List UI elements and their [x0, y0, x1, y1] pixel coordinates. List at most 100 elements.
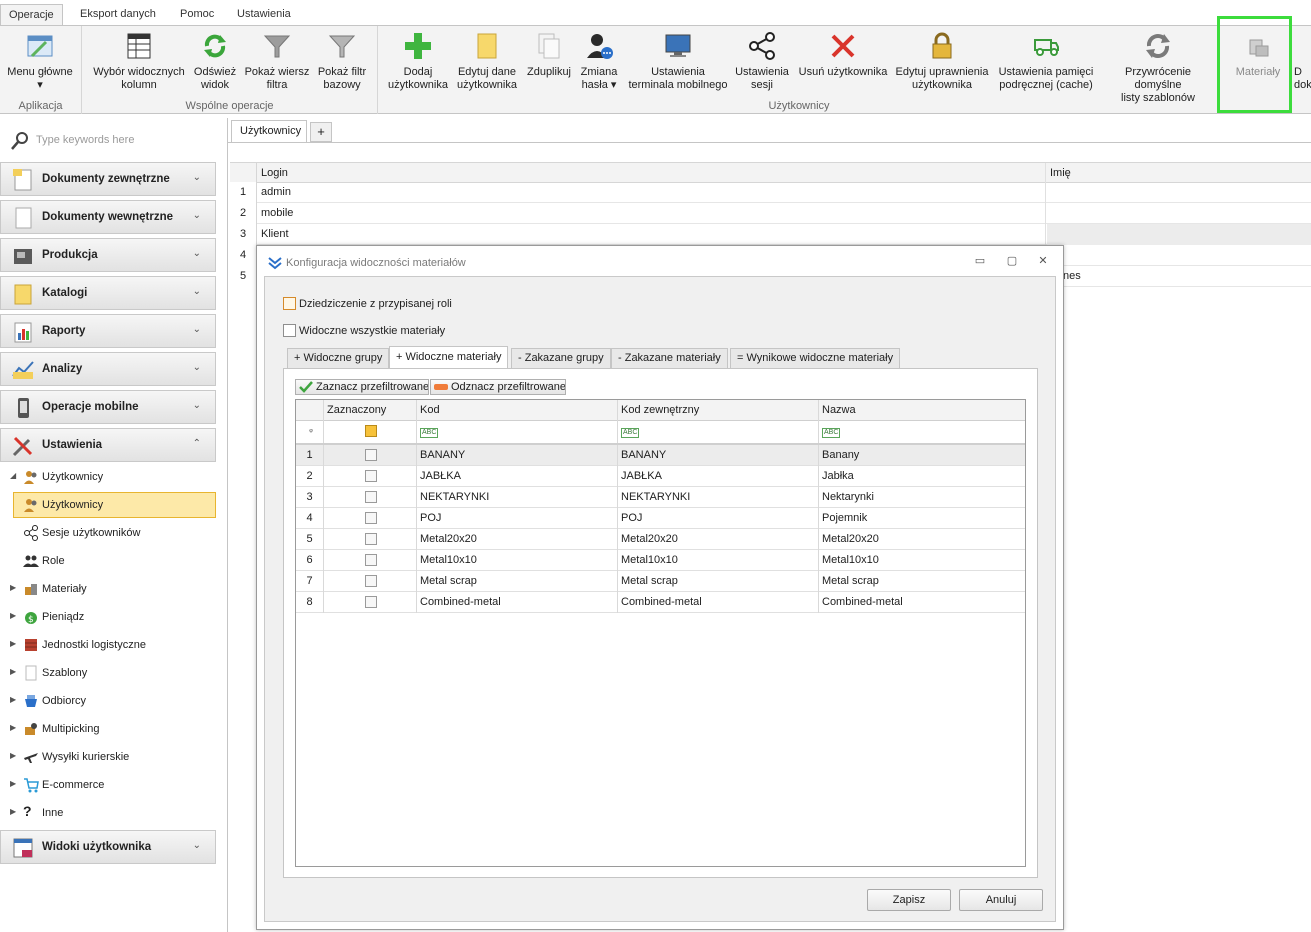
tab-uzytkownicy[interactable]: Użytkownicy [231, 120, 307, 142]
cell-kod: Metal10x10 [417, 550, 618, 571]
highlight-frame [1217, 16, 1292, 113]
mobile-terminal-settings-button[interactable]: Ustawienia terminala mobilnego [628, 30, 728, 98]
table-row[interactable]: 2 mobile [230, 203, 1311, 224]
row-checkbox[interactable] [365, 470, 377, 482]
row-checkbox[interactable] [365, 533, 377, 545]
tree-item-ecommerce[interactable]: ▶ E-commerce [0, 774, 228, 796]
table-row[interactable]: 2 JABŁKA JABŁKA Jabłka [296, 466, 1025, 487]
tab-visible-materials[interactable]: + Widoczne materiały [389, 346, 509, 369]
filter-nazwa-input[interactable]: ABC [819, 421, 1025, 443]
nav-dokumenty-zewnetrzne[interactable]: Dokumenty zewnętrzne ⌄ [0, 162, 216, 196]
close-button[interactable]: ✕ [1035, 254, 1051, 268]
cell-zaznaczony[interactable] [324, 550, 417, 571]
tree-item-odbiorcy[interactable]: ▶ Odbiorcy [0, 690, 228, 712]
minimize-button[interactable]: ▭ [972, 254, 988, 268]
search-box[interactable]: Type keywords here [8, 130, 218, 150]
tree-item-multipicking[interactable]: ▶ Multipicking [0, 718, 228, 740]
cell-zaznaczony[interactable] [324, 529, 417, 550]
nav-dokumenty-wewnetrzne[interactable]: Dokumenty wewnętrzne ⌄ [0, 200, 216, 234]
row-checkbox[interactable] [365, 596, 377, 608]
nav-analizy[interactable]: Analizy ⌄ [0, 352, 216, 386]
edit-permissions-button[interactable]: Edytuj uprawnienia użytkownika [894, 30, 990, 98]
checkbox[interactable] [283, 324, 296, 337]
tab-forbidden-materials[interactable]: - Zakazane materiały [611, 348, 728, 369]
tab-ustawienia[interactable]: Ustawienia [229, 4, 299, 26]
cell-zaznaczony[interactable] [324, 571, 417, 592]
cell-zaznaczony[interactable] [324, 487, 417, 508]
tab-forbidden-groups[interactable]: - Zakazane grupy [511, 348, 611, 369]
documents-button-partial[interactable]: D dok [1294, 30, 1311, 98]
duplicate-button[interactable]: Zduplikuj [524, 30, 574, 98]
restore-button[interactable]: ▢ [1004, 254, 1020, 268]
save-button[interactable]: Zapisz [867, 889, 951, 911]
tab-operacje[interactable]: Operacje [0, 4, 63, 26]
column-header-login[interactable]: Login [258, 163, 1046, 184]
nav-produkcja[interactable]: Produkcja ⌄ [0, 238, 216, 272]
tree-item-uzytkownicy[interactable]: Użytkownicy [13, 492, 216, 518]
add-tab-button[interactable]: + [310, 122, 332, 142]
session-settings-button[interactable]: Ustawienia sesji [732, 30, 792, 98]
tree-group-uzytkownicy[interactable]: ◢ Użytkownicy [0, 466, 228, 488]
filter-kod-zewnetrzny-input[interactable]: ABC [618, 421, 819, 443]
cancel-button[interactable]: Anuluj [959, 889, 1043, 911]
menu-glowne-button[interactable]: Menu główne ▾ [4, 30, 76, 98]
table-row[interactable]: 5 Metal20x20 Metal20x20 Metal20x20 [296, 529, 1025, 550]
table-row[interactable]: 1 BANANY BANANY Banany [296, 445, 1025, 466]
tree-item-wysylki[interactable]: ▶ Wysyłki kurierskie [0, 746, 228, 768]
column-header-nazwa[interactable]: Nazwa [819, 400, 1025, 421]
column-header-imie[interactable]: Imię [1047, 163, 1311, 184]
row-checkbox[interactable] [365, 575, 377, 587]
table-row[interactable]: 8 Combined-metal Combined-metal Combined-me… [296, 592, 1025, 613]
row-checkbox[interactable] [365, 512, 377, 524]
table-row[interactable]: 6 Metal10x10 Metal10x10 Metal10x10 [296, 550, 1025, 571]
show-filter-row-button[interactable]: Pokaż wiersz filtra [242, 30, 312, 98]
tree-item-role[interactable]: Role [0, 550, 228, 572]
tab-eksport-danych[interactable]: Eksport danych [72, 4, 164, 26]
tree-item-sesje[interactable]: Sesje użytkowników [0, 522, 228, 544]
deselect-filtered-button[interactable]: Odznacz przefiltrowane [430, 379, 566, 395]
table-row[interactable]: 3 Klient [230, 224, 1311, 245]
edit-user-button[interactable]: Edytuj dane użytkownika [454, 30, 520, 98]
table-row[interactable]: 7 Metal scrap Metal scrap Metal scrap [296, 571, 1025, 592]
dialog-title-bar[interactable]: Konfiguracja widoczności materiałów ▭ ▢ … [257, 246, 1063, 276]
row-checkbox[interactable] [365, 491, 377, 503]
filter-kod-input[interactable]: ABC [417, 421, 618, 443]
nav-ustawienia[interactable]: Ustawienia ⌃ [0, 428, 216, 462]
filter-checkbox[interactable] [365, 425, 377, 437]
cell-zaznaczony[interactable] [324, 508, 417, 529]
tree-item-szablony[interactable]: ▶ Szablony [0, 662, 228, 684]
change-password-button[interactable]: Zmiana hasła ▾ [576, 30, 622, 98]
tree-item-jednostki[interactable]: ▶ Jednostki logistyczne [0, 634, 228, 656]
cell-zaznaczony[interactable] [324, 445, 417, 466]
nav-operacje-mobilne[interactable]: Operacje mobilne ⌄ [0, 390, 216, 424]
row-checkbox[interactable] [365, 449, 377, 461]
tab-pomoc[interactable]: Pomoc [172, 4, 222, 26]
nav-widoki-uzytkownika[interactable]: Widoki użytkownika ⌄ [0, 830, 216, 864]
select-filtered-button[interactable]: Zaznacz przefiltrowane [295, 379, 429, 395]
tree-item-materialy[interactable]: ▶ Materiały [0, 578, 228, 600]
show-base-filter-button[interactable]: Pokaż filtr bazowy [314, 30, 370, 98]
tab-resulting-visible-materials[interactable]: = Wynikowe widoczne materiały [730, 348, 901, 369]
nav-katalogi[interactable]: Katalogi ⌄ [0, 276, 216, 310]
cell-zaznaczony[interactable] [324, 592, 417, 613]
restore-templates-button[interactable]: Przywrócenie domyślne listy szablonów [1100, 30, 1216, 104]
column-header-zaznaczony[interactable]: Zaznaczony [324, 400, 417, 421]
row-checkbox[interactable] [365, 554, 377, 566]
table-row[interactable]: 4 POJ POJ Pojemnik [296, 508, 1025, 529]
tree-item-inne[interactable]: ▶ ? Inne [0, 802, 228, 824]
column-header-kod[interactable]: Kod [417, 400, 618, 421]
column-chooser-button[interactable]: Wybór widocznych kolumn [88, 30, 190, 98]
add-user-button[interactable]: Dodaj użytkownika [386, 30, 450, 98]
refresh-button[interactable]: Odśwież widok [192, 30, 238, 98]
tab-visible-groups[interactable]: + Widoczne grupy [287, 348, 390, 369]
cell-zaznaczony[interactable] [324, 466, 417, 487]
column-header-kod-zewnetrzny[interactable]: Kod zewnętrzny [618, 400, 819, 421]
table-row[interactable]: 3 NEKTARYNKI NEKTARYNKI Nektarynki [296, 487, 1025, 508]
delete-user-button[interactable]: Usuń użytkownika [796, 30, 890, 98]
nav-raporty[interactable]: Raporty ⌄ [0, 314, 216, 348]
tree-item-pieniadz[interactable]: ▶ $ Pieniądz [0, 606, 228, 628]
table-row[interactable]: 1 admin [230, 182, 1311, 203]
search-input[interactable]: Type keywords here [36, 134, 134, 146]
cache-settings-button[interactable]: Ustawienia pamięci podręcznej (cache) [994, 30, 1098, 98]
checkbox[interactable] [283, 297, 296, 310]
